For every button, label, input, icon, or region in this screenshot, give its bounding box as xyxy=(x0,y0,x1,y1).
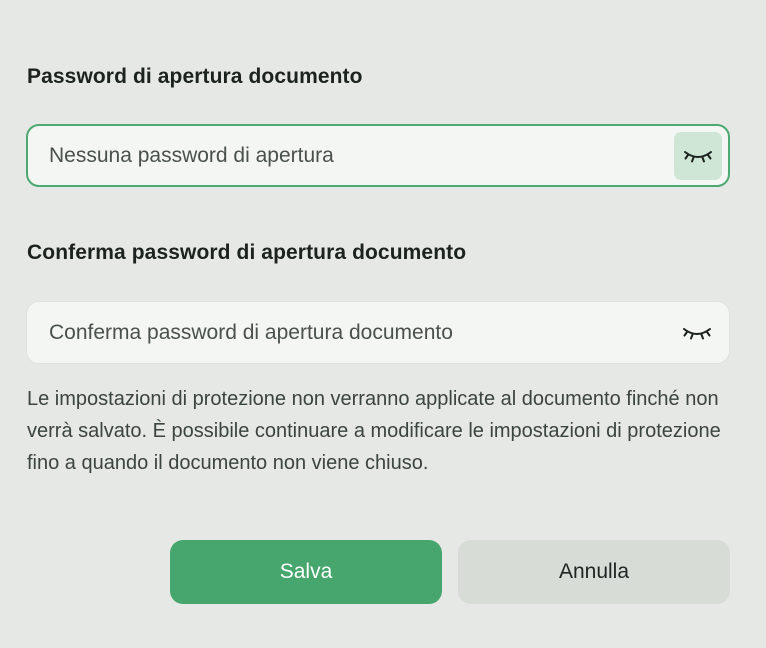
open-password-label: Password di apertura documento xyxy=(27,65,363,88)
eye-closed-icon xyxy=(684,150,712,162)
password-protection-dialog: Password di apertura documento Conferma … xyxy=(0,0,766,648)
open-password-field[interactable] xyxy=(26,124,730,187)
toggle-visibility-button[interactable] xyxy=(674,131,722,180)
eye-closed-icon xyxy=(683,327,711,339)
confirm-password-input[interactable] xyxy=(27,302,673,363)
confirm-password-field[interactable] xyxy=(26,301,730,364)
save-button[interactable]: Salva xyxy=(170,540,442,604)
open-password-input[interactable] xyxy=(28,126,674,185)
confirm-password-label: Conferma password di apertura documento xyxy=(27,241,467,264)
protection-info-text: Le impostazioni di protezione non verran… xyxy=(27,388,721,474)
toggle-visibility-button[interactable] xyxy=(673,309,721,357)
cancel-button[interactable]: Annulla xyxy=(458,540,730,604)
